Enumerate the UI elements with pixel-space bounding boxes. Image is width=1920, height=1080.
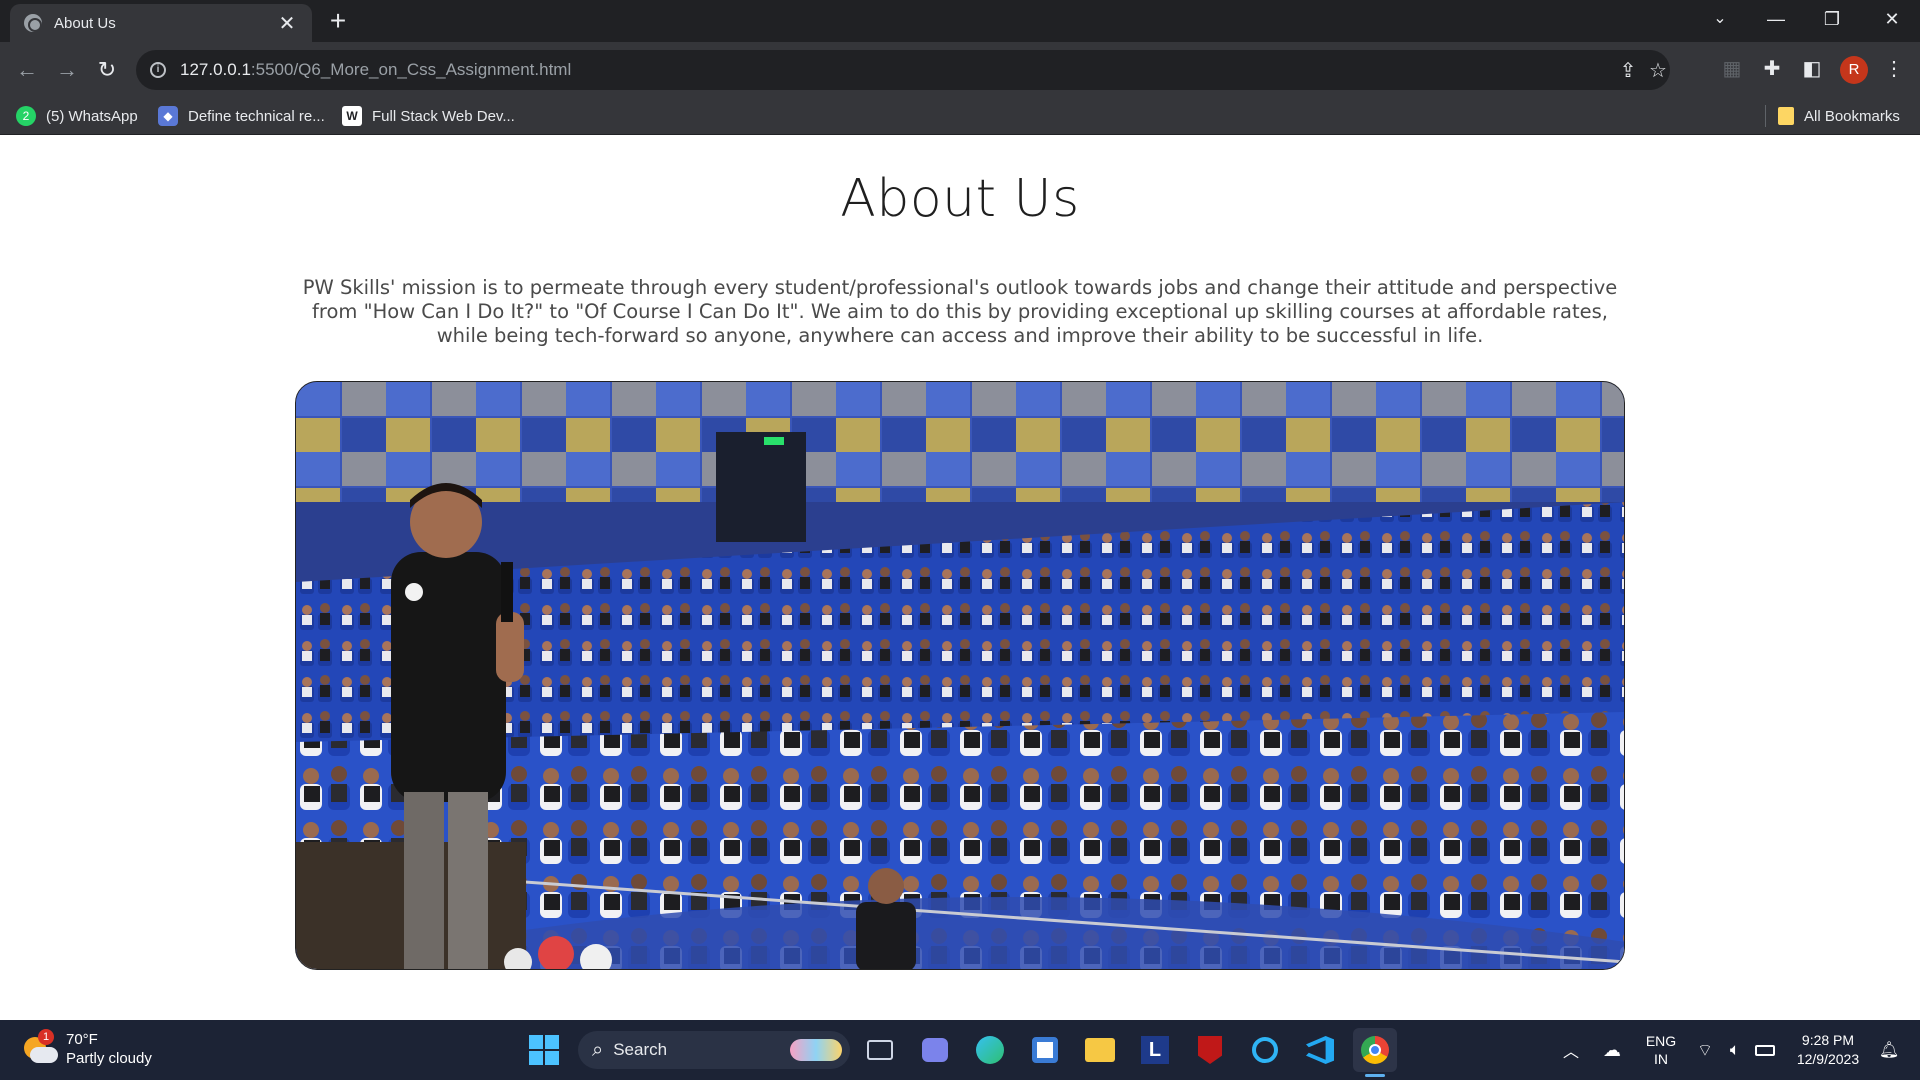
battery-icon[interactable] bbox=[1750, 1020, 1780, 1080]
region-code: IN bbox=[1654, 1051, 1668, 1067]
share-icon[interactable]: ⇪ bbox=[1616, 60, 1640, 84]
vscode-icon bbox=[1306, 1036, 1334, 1064]
url-path: :5500/Q6_More_on_Css_Assignment.html bbox=[250, 60, 572, 79]
show-hidden-icons-chevron-icon[interactable]: ︿ bbox=[1556, 1020, 1586, 1080]
bookmark-label: (5) WhatsApp bbox=[46, 107, 138, 125]
chrome-icon bbox=[1361, 1036, 1389, 1064]
search-icon: ⌕ bbox=[592, 1038, 604, 1061]
file-explorer-button[interactable] bbox=[1078, 1028, 1122, 1072]
whatsapp-icon: 2 bbox=[16, 106, 36, 126]
volume-icon[interactable]: 🔈︎ bbox=[1720, 1020, 1750, 1080]
address-bar[interactable]: i 127.0.0.1:5500/Q6_More_on_Css_Assignme… bbox=[136, 50, 1670, 90]
browser-toolbar: ← → ↻ i 127.0.0.1:5500/Q6_More_on_Css_As… bbox=[0, 42, 1920, 98]
task-view-button[interactable] bbox=[858, 1028, 902, 1072]
tab-title: About Us bbox=[54, 14, 116, 32]
diamond-icon: ◆ bbox=[158, 106, 178, 126]
bookmark-star-icon[interactable]: ☆ bbox=[1646, 60, 1670, 84]
mcafee-button[interactable] bbox=[1188, 1028, 1232, 1072]
weather-description: Partly cloudy bbox=[66, 1050, 152, 1067]
taskbar-search[interactable]: ⌕ Search bbox=[578, 1031, 850, 1069]
edge-button[interactable] bbox=[968, 1028, 1012, 1072]
cortana-button[interactable] bbox=[1243, 1028, 1287, 1072]
bookmarks-divider bbox=[1765, 105, 1766, 127]
bookmark-label: Full Stack Web Dev... bbox=[372, 107, 515, 125]
windows-taskbar: 1 70°F Partly cloudy ⌕ Search L ︿ ☁ ENG … bbox=[0, 1020, 1920, 1080]
clock[interactable]: 9:28 PM 12/9/2023 bbox=[1780, 1020, 1876, 1080]
pw-logo-icon: W bbox=[342, 106, 362, 126]
browser-chrome: About Us ✕ + ⌄ — ❐ ✕ ← → ↻ i 127.0.0.1:5… bbox=[0, 0, 1920, 135]
bookmark-whatsapp[interactable]: 2 (5) WhatsApp bbox=[16, 104, 138, 128]
minimize-button[interactable]: — bbox=[1748, 0, 1804, 40]
edge-icon bbox=[976, 1036, 1004, 1064]
all-bookmarks[interactable]: All Bookmarks bbox=[1778, 104, 1900, 128]
globe-icon bbox=[24, 14, 42, 32]
puzzle-extensions-icon[interactable]: ✚ bbox=[1758, 55, 1786, 83]
all-bookmarks-label: All Bookmarks bbox=[1804, 107, 1900, 125]
extension-grid-icon[interactable]: ▦ bbox=[1718, 55, 1746, 83]
tab-about-us[interactable]: About Us ✕ bbox=[10, 4, 312, 42]
close-window-button[interactable]: ✕ bbox=[1864, 0, 1920, 40]
tab-strip: About Us ✕ + ⌄ — ❐ ✕ bbox=[0, 0, 1920, 42]
bookmark-define-technical[interactable]: ◆ Define technical re... bbox=[158, 104, 325, 128]
chat-icon bbox=[922, 1038, 948, 1062]
wifi-icon[interactable]: ⌔ bbox=[1690, 1020, 1720, 1080]
side-panel-icon[interactable]: ◧ bbox=[1798, 55, 1826, 83]
l-app-icon: L bbox=[1141, 1036, 1169, 1064]
store-icon bbox=[1032, 1037, 1058, 1063]
page-title: About Us bbox=[840, 169, 1080, 229]
vscode-button[interactable] bbox=[1298, 1028, 1342, 1072]
bookmark-full-stack[interactable]: W Full Stack Web Dev... bbox=[342, 104, 515, 128]
auditorium-photo-drawing bbox=[296, 382, 1624, 969]
language-indicator[interactable]: ENG IN bbox=[1640, 1020, 1682, 1080]
forward-button[interactable]: → bbox=[52, 56, 82, 86]
folder-icon bbox=[1778, 107, 1794, 125]
active-app-indicator bbox=[1365, 1074, 1385, 1077]
search-highlight-icon bbox=[790, 1039, 842, 1061]
chrome-button[interactable] bbox=[1353, 1028, 1397, 1072]
clock-date: 12/9/2023 bbox=[1796, 1051, 1860, 1067]
cortana-icon bbox=[1252, 1037, 1278, 1063]
language-code: ENG bbox=[1645, 1033, 1677, 1049]
weather-temperature: 70°F bbox=[66, 1031, 98, 1048]
app-l-button[interactable]: L bbox=[1133, 1028, 1177, 1072]
shield-icon bbox=[1198, 1036, 1222, 1064]
bookmarks-bar: 2 (5) WhatsApp ◆ Define technical re... … bbox=[0, 98, 1920, 135]
info-icon[interactable]: i bbox=[150, 62, 166, 78]
restore-button[interactable]: ❐ bbox=[1804, 0, 1860, 40]
start-button[interactable] bbox=[522, 1028, 566, 1072]
url-host: 127.0.0.1 bbox=[180, 60, 251, 79]
back-button[interactable]: ← bbox=[12, 56, 42, 86]
notification-bell-icon[interactable]: 🔔︎ bbox=[1874, 1020, 1904, 1080]
page-content: About Us PW Skills' mission is to permea… bbox=[0, 135, 1920, 1020]
close-tab-icon[interactable]: ✕ bbox=[276, 11, 298, 36]
weather-widget[interactable]: 1 70°F Partly cloudy bbox=[22, 1029, 152, 1068]
onedrive-cloud-icon[interactable]: ☁ bbox=[1596, 1020, 1628, 1080]
search-label: Search bbox=[613, 1040, 668, 1059]
windows-logo-icon bbox=[529, 1035, 559, 1065]
partly-cloudy-icon: 1 bbox=[22, 1029, 58, 1067]
task-view-icon bbox=[867, 1040, 893, 1060]
clock-time: 9:28 PM bbox=[1801, 1032, 1855, 1048]
auditorium-photo bbox=[295, 381, 1625, 970]
more-menu-icon[interactable]: ⋮ bbox=[1880, 55, 1908, 83]
profile-avatar[interactable]: R bbox=[1840, 56, 1868, 84]
weather-alert-badge: 1 bbox=[38, 1029, 54, 1045]
folder-icon bbox=[1085, 1038, 1115, 1062]
new-tab-button[interactable]: + bbox=[322, 6, 354, 38]
tab-search-chevron-icon[interactable]: ⌄ bbox=[1692, 0, 1748, 40]
teams-chat-button[interactable] bbox=[913, 1028, 957, 1072]
mission-paragraph: PW Skills' mission is to permeate throug… bbox=[302, 276, 1618, 347]
store-button[interactable] bbox=[1023, 1028, 1067, 1072]
reload-button[interactable]: ↻ bbox=[92, 56, 122, 86]
bookmark-label: Define technical re... bbox=[188, 107, 325, 125]
